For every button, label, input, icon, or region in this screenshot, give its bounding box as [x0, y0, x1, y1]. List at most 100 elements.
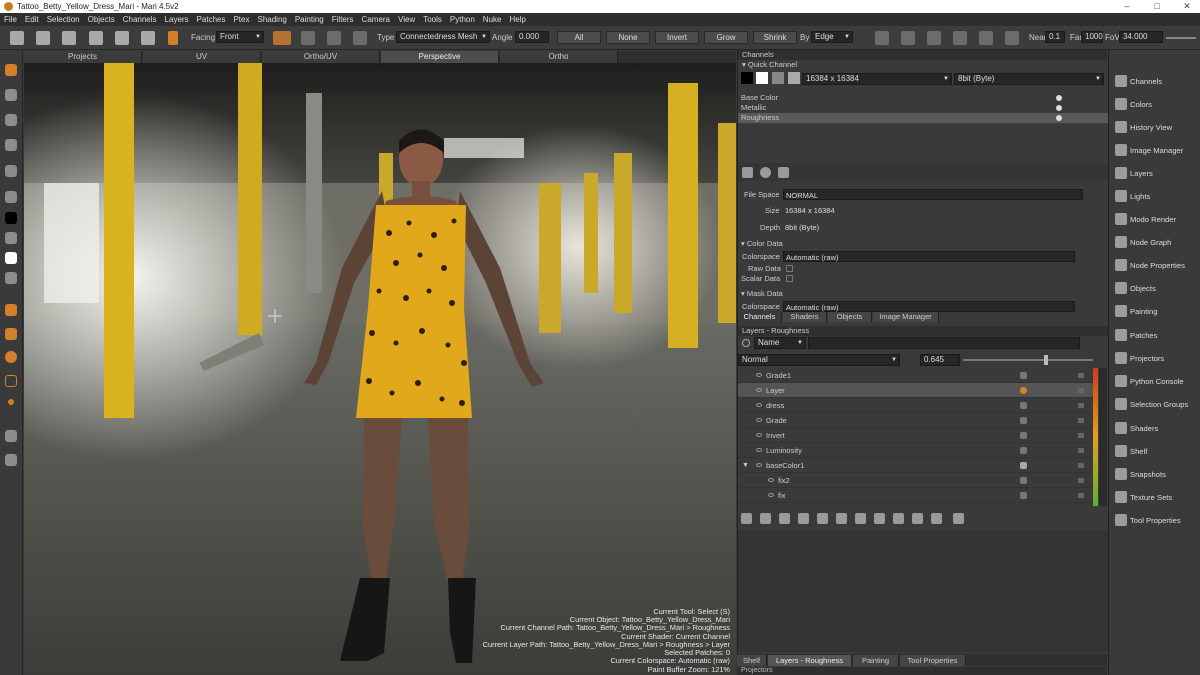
- projectors-panel-header[interactable]: Projectors: [737, 667, 1107, 675]
- reset-colors-icon[interactable]: [5, 272, 17, 284]
- lock-icon[interactable]: [1078, 448, 1084, 453]
- tab-tool-properties[interactable]: Tool Properties: [900, 655, 966, 666]
- eye-icon[interactable]: [756, 418, 762, 422]
- lock-icon[interactable]: [1078, 418, 1084, 423]
- convert-icon[interactable]: [931, 513, 942, 524]
- layer-row-basecolor1[interactable]: ▼ baseColor1: [738, 458, 1094, 473]
- menu-python[interactable]: Python: [446, 13, 479, 26]
- menu-shading[interactable]: Shading: [253, 13, 290, 26]
- clone-stamp-icon[interactable]: [5, 351, 17, 363]
- dock-colors[interactable]: Colors: [1112, 93, 1200, 116]
- menu-file[interactable]: File: [0, 13, 21, 26]
- dock-node-graph[interactable]: Node Graph: [1112, 231, 1200, 254]
- select-tool-icon[interactable]: [5, 64, 17, 76]
- gray-swatch[interactable]: [772, 72, 784, 84]
- add-mask-icon[interactable]: [798, 513, 809, 524]
- tab-shelf[interactable]: Shelf: [737, 655, 767, 666]
- clipboard-icon[interactable]: [141, 31, 155, 45]
- dock-modo-render[interactable]: Modo Render: [1112, 208, 1200, 231]
- select-none-button[interactable]: None: [606, 31, 650, 44]
- file-space-dropdown[interactable]: NORMAL: [783, 189, 1083, 200]
- lock-icon[interactable]: [1078, 463, 1084, 468]
- layer-row-grade1[interactable]: Grade1: [738, 368, 1094, 383]
- select-grow-button[interactable]: Grow: [704, 31, 748, 44]
- layer-filter-input[interactable]: [808, 337, 1080, 349]
- menu-help[interactable]: Help: [505, 13, 529, 26]
- tab-shaders[interactable]: Shaders: [783, 312, 827, 322]
- dock-patches[interactable]: Patches: [1112, 324, 1200, 347]
- dock-texture-sets[interactable]: Texture Sets: [1112, 486, 1200, 509]
- foreground-color-swatch[interactable]: [5, 212, 17, 224]
- layer-row-luminosity[interactable]: Luminosity: [738, 443, 1094, 458]
- select-arrow-icon[interactable]: [168, 31, 178, 45]
- paint-brush-icon[interactable]: [5, 304, 17, 316]
- layer-row-fix[interactable]: fix: [738, 488, 1094, 503]
- grid-tool-icon[interactable]: [5, 139, 17, 151]
- menu-painting[interactable]: Painting: [291, 13, 328, 26]
- channel-visibility-icon[interactable]: [1056, 115, 1062, 121]
- shelf-icon[interactable]: [5, 430, 17, 442]
- menu-view[interactable]: View: [394, 13, 419, 26]
- tab-uv[interactable]: UV: [143, 51, 261, 63]
- eye-icon[interactable]: [756, 388, 762, 392]
- maximize-button[interactable]: □: [1147, 0, 1167, 13]
- dock-python-console[interactable]: Python Console: [1112, 370, 1200, 393]
- undo-icon[interactable]: [89, 31, 103, 45]
- menu-tools[interactable]: Tools: [419, 13, 446, 26]
- channel-row-metallic[interactable]: Metallic: [738, 103, 1108, 113]
- layer-list-scrollbar[interactable]: [1099, 368, 1107, 506]
- mask-data-section[interactable]: ▾ Mask Data: [741, 289, 783, 298]
- group-expand-icon[interactable]: ▼: [742, 458, 749, 473]
- tab-perspective[interactable]: Perspective: [381, 51, 499, 63]
- fov-slider[interactable]: [1166, 37, 1196, 39]
- camera-cube-icon[interactable]: [875, 31, 889, 45]
- layer-row-invert[interactable]: Invert: [738, 428, 1094, 443]
- menu-nuke[interactable]: Nuke: [479, 13, 506, 26]
- opacity-slider[interactable]: [963, 355, 1093, 365]
- far-field[interactable]: 1000: [1081, 31, 1103, 43]
- menu-edit[interactable]: Edit: [21, 13, 43, 26]
- background-color-swatch[interactable]: [5, 252, 17, 264]
- wireframe-icon[interactable]: [953, 31, 967, 45]
- properties-icon[interactable]: [742, 167, 753, 178]
- layer-row-dress[interactable]: dress: [738, 398, 1094, 413]
- facing-dropdown[interactable]: Front ▼: [216, 31, 264, 43]
- channel-size-dropdown[interactable]: 16384 x 16384 ▼: [802, 73, 952, 85]
- channel-depth-dropdown[interactable]: 8bit (Byte) ▼: [954, 73, 1104, 85]
- dock-shaders[interactable]: Shaders: [1112, 417, 1200, 440]
- fov-field[interactable]: 34.000: [1119, 31, 1163, 43]
- layer-row-grade[interactable]: Grade: [738, 413, 1094, 428]
- tab-projects[interactable]: Projects: [24, 51, 142, 63]
- menu-layers[interactable]: Layers: [161, 13, 193, 26]
- group-layers-icon[interactable]: [836, 513, 847, 524]
- playback-icon[interactable]: [979, 31, 993, 45]
- dock-projectors[interactable]: Projectors: [1112, 347, 1200, 370]
- color-data-section[interactable]: ▾ Color Data: [741, 239, 783, 248]
- marquee-icon[interactable]: [353, 31, 367, 45]
- layer-row-layer[interactable]: Layer: [738, 383, 1094, 398]
- select-all-button[interactable]: All: [557, 31, 601, 44]
- eye-icon[interactable]: [756, 373, 762, 377]
- layer-row-fix2[interactable]: fix2: [738, 473, 1094, 488]
- eye-icon[interactable]: [756, 448, 762, 452]
- polygon-lasso-icon[interactable]: [327, 31, 341, 45]
- dock-tool-properties[interactable]: Tool Properties: [1112, 509, 1200, 532]
- select-grid-icon[interactable]: [273, 31, 291, 45]
- dock-history-view[interactable]: History View: [1112, 116, 1200, 139]
- blend-mode-dropdown[interactable]: Normal ▼: [738, 354, 900, 366]
- eyedropper-icon[interactable]: [5, 191, 17, 203]
- save-project-icon[interactable]: [62, 31, 76, 45]
- type-dropdown[interactable]: Connectedness Mesh ▼: [396, 31, 490, 43]
- channel-row-base-color[interactable]: Base Color: [738, 93, 1108, 103]
- share-layer-icon[interactable]: [855, 513, 866, 524]
- channel-visibility-icon[interactable]: [1056, 105, 1062, 111]
- menu-patches[interactable]: Patches: [193, 13, 230, 26]
- minimize-button[interactable]: –: [1117, 0, 1137, 13]
- lasso-icon[interactable]: [301, 31, 315, 45]
- select-invert-button[interactable]: Invert: [655, 31, 699, 44]
- eye-icon[interactable]: [768, 478, 774, 482]
- channel-visibility-icon[interactable]: [1056, 95, 1062, 101]
- opacity-field[interactable]: 0.645: [920, 354, 960, 366]
- menu-filters[interactable]: Filters: [328, 13, 358, 26]
- transform-tool-icon[interactable]: [5, 89, 17, 101]
